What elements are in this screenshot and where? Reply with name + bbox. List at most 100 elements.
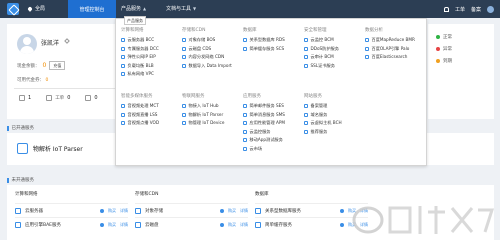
monitor-icon (243, 129, 247, 134)
menu-item[interactable]: 负载均衡 BLB (121, 62, 159, 71)
menu-item[interactable]: 物接入 IoT Hub (182, 102, 224, 111)
opened-service-item[interactable]: 物解析 IoT Parser (17, 143, 83, 154)
menu-item[interactable]: 对象存储 BOS (182, 36, 232, 45)
menu-item[interactable]: 云磁盘 CDS (182, 45, 232, 54)
message-icon (19, 95, 25, 101)
menu-item-label: 推荐服务 (310, 128, 328, 134)
menu-item[interactable]: 应用性能管理 APM (243, 119, 285, 128)
menu-item[interactable]: 弹性公网IP EIP (121, 53, 159, 62)
menu-item[interactable]: 备案管理 (304, 102, 342, 111)
avatar[interactable] (17, 34, 37, 54)
menu-item[interactable]: 私有网络 VPC (121, 70, 159, 79)
import-icon (182, 63, 186, 68)
mapreduce-icon (365, 38, 369, 43)
menu-item[interactable]: 百度MapReduce BMR (365, 36, 415, 45)
stat-label: 工单 (55, 96, 65, 101)
service-name: 关系型数据库服务 (265, 208, 301, 214)
divider (14, 88, 127, 89)
menu-item[interactable]: 云服务器 BCC (121, 36, 159, 45)
region-selector[interactable]: 全局 (27, 5, 45, 12)
menu-item[interactable]: 音视频点播 VOD (121, 119, 159, 128)
storage-icon (135, 207, 141, 214)
detail-link[interactable]: 详情 (120, 208, 128, 214)
server-icon (121, 46, 125, 51)
detail-link[interactable]: 详情 (120, 222, 128, 228)
menu-item[interactable]: 音视频处理 MCT (121, 102, 159, 111)
user-avatar-small[interactable] (487, 5, 494, 13)
menu-item[interactable]: 云监控服务 (243, 128, 285, 137)
menu-item[interactable]: 云监控 BCM (304, 36, 339, 45)
olap-icon (365, 46, 369, 51)
status-dot-icon (436, 59, 440, 63)
menu-item[interactable]: 内容分发网络 CDN (182, 53, 232, 62)
stat-item[interactable]: 0 (85, 95, 98, 101)
menu-item[interactable]: 数据导入 Data Import (182, 62, 232, 71)
service-name: 云磁盘 (145, 222, 159, 228)
service-name: 云服务器 (25, 208, 43, 214)
shield-icon (304, 46, 308, 51)
stat-item[interactable]: 工单 0 (46, 95, 70, 101)
docs-menu[interactable]: 文档与工具 ▼ (166, 5, 196, 12)
unopened-services-label: 未开通服务 (11, 178, 35, 183)
menu-item-label: 百度Elasticsearch (371, 54, 408, 60)
menu-item[interactable]: 关系型数据库 RDS (243, 36, 285, 45)
ticket-link[interactable]: 工单 (455, 6, 465, 13)
message-icon (243, 112, 247, 117)
buy-link[interactable]: 购买 (108, 222, 116, 228)
menu-item[interactable]: 云审计 BCM (304, 53, 339, 62)
menu-item[interactable]: 域名服务 (304, 111, 342, 120)
menu-item[interactable]: 推荐服务 (304, 128, 342, 137)
menu-item[interactable]: 简单邮件服务 SES (243, 102, 285, 111)
unopened-column: 存储和CDN 对象存储 购买 详情 云磁盘 购买 详情 (135, 191, 248, 231)
filing-link[interactable]: 备案 (471, 6, 481, 13)
menu-item-label: 移动App测试服务 (249, 137, 283, 143)
menu-column: 应用服务 简单邮件服务 SES 简单消息服务 SMS 应用性能管理 APM 云监… (243, 93, 285, 153)
buy-link[interactable]: 购买 (108, 208, 116, 214)
monitor-icon (304, 38, 308, 43)
recharge-button[interactable]: 充值 (49, 61, 66, 70)
products-tooltip: 产品服务 (124, 16, 146, 25)
detail-link[interactable]: 详情 (240, 222, 248, 228)
menu-item[interactable]: 移动App测试服务 (243, 136, 285, 145)
menu-item-label: DDoS防护服务 (310, 45, 339, 51)
menu-item[interactable]: 音视频直播 LSS (121, 111, 159, 120)
menu-item[interactable]: 物管理 IoT Device (182, 119, 224, 128)
detail-link[interactable]: 详情 (240, 208, 248, 214)
menu-item[interactable]: 简单缓存服务 SCS (243, 45, 285, 54)
menu-column-head: 数据分析 (365, 28, 383, 33)
buy-link[interactable]: 购买 (228, 208, 236, 214)
iot-hub-icon (182, 104, 186, 109)
menu-item-label: 云市场 (249, 145, 263, 151)
menu-item-label: 私有网络 VPC (127, 71, 154, 77)
menu-item-label: 对象存储 BOS (188, 37, 216, 43)
live-icon (121, 112, 125, 117)
stat-item[interactable]: 1 (19, 95, 31, 101)
status-dot-icon (220, 208, 224, 213)
menu-item[interactable]: DDoS防护服务 (304, 45, 339, 54)
coupon-value: 0 (45, 78, 49, 83)
menu-item-label: SSL证书服务 (310, 62, 335, 68)
unopened-row: 对象存储 购买 详情 (135, 203, 248, 217)
menu-item[interactable]: 专属服务器 DCC (121, 45, 159, 54)
edit-icon[interactable] (64, 38, 70, 44)
bell-icon[interactable] (443, 6, 449, 12)
menu-item[interactable]: 物解析 IoT Parser (182, 111, 224, 120)
status-label: 异常 (443, 47, 452, 52)
apm-icon (243, 121, 247, 126)
unopened-row: 应用引擎BAE服务 购买 详情 (15, 217, 128, 231)
menu-item[interactable]: 简单消息服务 SMS (243, 111, 285, 120)
cloud-logo-icon[interactable] (7, 3, 19, 15)
cash-label: 现金余额： (17, 63, 40, 69)
menu-column: 存储和CDN 对象存储 BOS 云磁盘 CDS 内容分发网络 CDN 数据导入 … (182, 27, 232, 70)
console-tab[interactable]: 管理控制台 (68, 0, 116, 18)
menu-item[interactable]: 云市场 (243, 145, 285, 154)
menu-item[interactable]: SSL证书服务 (304, 62, 339, 71)
products-menu[interactable]: 产品服务 ▲ (121, 5, 146, 12)
search-engine-icon (365, 55, 369, 60)
recommend-icon (304, 129, 308, 134)
menu-item[interactable]: 云虚拟主机 BCH (304, 119, 342, 128)
menu-item[interactable]: 百度Elasticsearch (365, 53, 415, 62)
menu-item[interactable]: 百度OLAP引擎 Palo (365, 45, 415, 54)
menu-column: 数据库 关系型数据库 RDS 简单缓存服务 SCS (243, 27, 285, 53)
buy-link[interactable]: 购买 (228, 222, 236, 228)
